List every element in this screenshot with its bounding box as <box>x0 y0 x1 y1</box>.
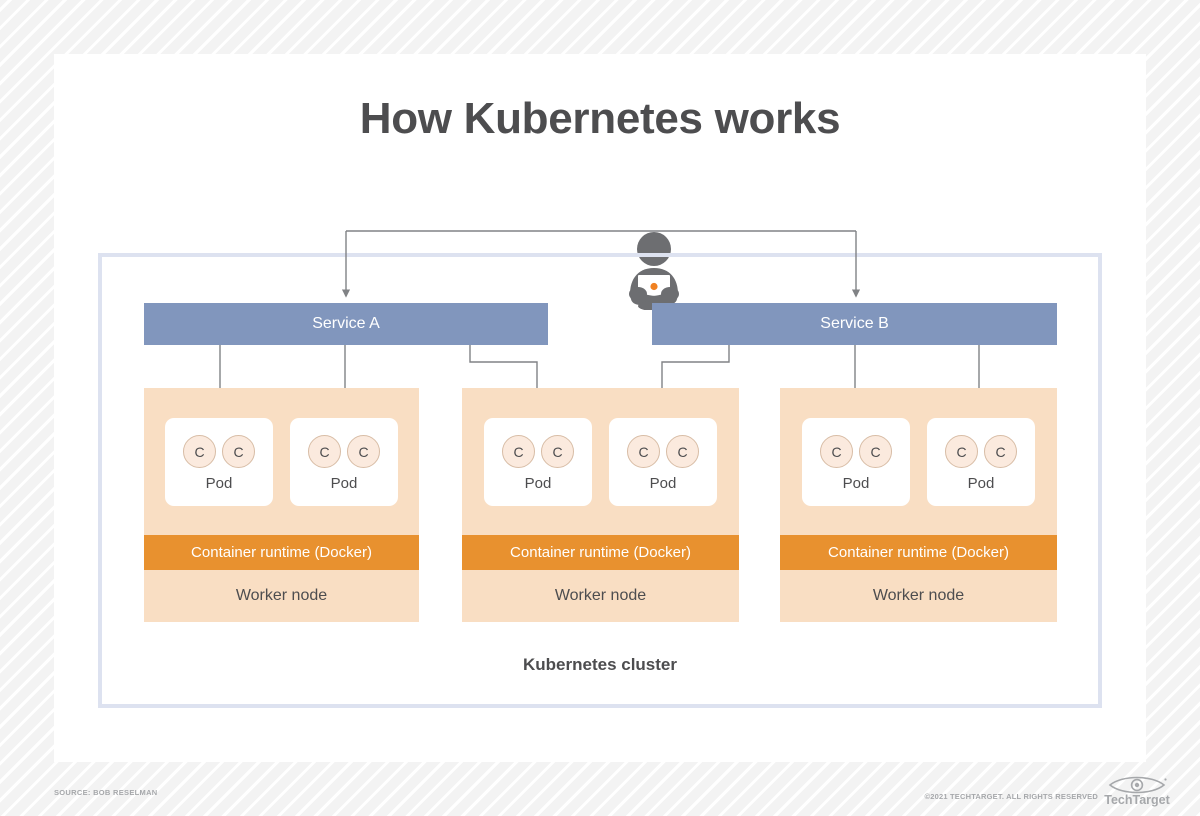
container-circle: C <box>347 435 380 468</box>
techtarget-logo: TechTarget <box>1104 776 1170 807</box>
worker-node-label: Worker node <box>554 587 647 604</box>
cluster-caption: Kubernetes cluster <box>523 655 677 674</box>
pod[interactable]: C C Pod <box>927 417 1035 506</box>
page-title: How Kubernetes works <box>359 94 841 143</box>
service-a-box[interactable]: Service A <box>144 303 548 345</box>
copyright-notice: ©2021 TECHTARGET. ALL RIGHTS RESERVED <box>924 792 1098 801</box>
container-circle: C <box>666 435 699 468</box>
pods-row: C C Pod C C Pod <box>144 388 419 535</box>
pod[interactable]: C C Pod <box>165 417 273 506</box>
service-a-label: Service A <box>312 315 380 332</box>
containers: C C <box>183 435 255 468</box>
worker-node-label: Worker node <box>235 587 328 604</box>
service-b-box[interactable]: Service B <box>652 303 1057 345</box>
container-runtime-bar: Container runtime (Docker) <box>144 535 419 570</box>
eye-icon <box>1108 776 1167 794</box>
containers: C C <box>308 435 380 468</box>
container-runtime-label: Container runtime (Docker) <box>828 544 1009 561</box>
container-circle: C <box>859 435 892 468</box>
pod-label: Pod <box>205 475 233 492</box>
container-runtime-label: Container runtime (Docker) <box>191 544 372 561</box>
svg-text:TechTarget: TechTarget <box>1104 793 1170 807</box>
containers: C C <box>627 435 699 468</box>
worker-node-3: C C Pod C C Pod Container runtime (Docke… <box>780 388 1057 622</box>
containers: C C <box>820 435 892 468</box>
container-circle: C <box>541 435 574 468</box>
container-circle: C <box>183 435 216 468</box>
pod[interactable]: C C Pod <box>484 417 592 506</box>
containers: C C <box>502 435 574 468</box>
containers: C C <box>945 435 1017 468</box>
worker-node-label: Worker node <box>872 587 965 604</box>
container-circle: C <box>820 435 853 468</box>
container-runtime-label: Container runtime (Docker) <box>510 544 691 561</box>
container-circle: C <box>502 435 535 468</box>
pod-label: Pod <box>649 475 677 492</box>
pod[interactable]: C C Pod <box>290 417 398 506</box>
service-b-label: Service B <box>820 315 889 332</box>
container-runtime-bar: Container runtime (Docker) <box>462 535 739 570</box>
source-credit: SOURCE: BOB RESELMAN <box>54 788 158 797</box>
pod[interactable]: C C Pod <box>802 417 910 506</box>
pod-label: Pod <box>842 475 870 492</box>
container-circle: C <box>984 435 1017 468</box>
pods-row: C C Pod C C Pod <box>780 388 1057 535</box>
container-circle: C <box>222 435 255 468</box>
pod-label: Pod <box>524 475 552 492</box>
worker-node-1: C C Pod C C Pod Container runtime (Docke… <box>144 388 419 622</box>
container-runtime-bar: Container runtime (Docker) <box>780 535 1057 570</box>
pods-row: C C Pod C C Pod <box>462 388 739 535</box>
pod-label: Pod <box>967 475 995 492</box>
container-circle: C <box>945 435 978 468</box>
container-circle: C <box>627 435 660 468</box>
pod[interactable]: C C Pod <box>609 417 717 506</box>
container-circle: C <box>308 435 341 468</box>
pod-label: Pod <box>330 475 358 492</box>
worker-node-2: C C Pod C C Pod Container runtime (Docke… <box>462 388 739 622</box>
